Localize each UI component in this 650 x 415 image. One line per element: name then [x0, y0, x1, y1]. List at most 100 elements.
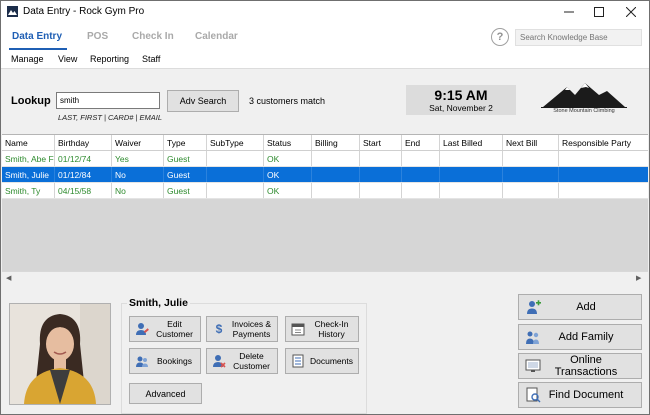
table-row[interactable]: Smith, Ty 04/15/58 No Guest OK — [2, 183, 648, 199]
cell-status: OK — [264, 183, 312, 198]
adv-search-button[interactable]: Adv Search — [167, 90, 239, 112]
customer-portrait-image — [10, 304, 110, 404]
question-circle-icon[interactable]: ? — [491, 28, 509, 46]
cell-end — [402, 151, 440, 166]
menu-manage[interactable]: Manage — [11, 54, 44, 64]
invoices-payments-label: Invoices & Payments — [231, 319, 272, 339]
lookup-hint: LAST, FIRST | CARD# | EMAIL — [58, 113, 163, 122]
column-header[interactable]: Last Billed — [440, 135, 503, 150]
app-logo-icon — [7, 6, 18, 17]
minimize-icon — [564, 11, 574, 13]
app-window: Data Entry - Rock Gym Pro Data Entry POS… — [0, 0, 650, 415]
bookings-label: Bookings — [157, 356, 192, 366]
cell-status: OK — [264, 167, 312, 182]
title-bar: Data Entry - Rock Gym Pro — [1, 1, 649, 23]
edit-customer-label: Edit Customer — [156, 319, 193, 339]
horizontal-scrollbar[interactable]: ◀ ▶ — [2, 271, 648, 284]
cell-responsible-party — [559, 183, 647, 198]
delete-customer-label: Delete Customer — [233, 351, 270, 371]
delete-customer-button[interactable]: Delete Customer — [206, 348, 278, 374]
edit-user-icon — [136, 323, 149, 335]
scroll-right-icon[interactable]: ▶ — [636, 274, 641, 282]
customer-photo — [9, 303, 111, 405]
cell-billing — [312, 183, 360, 198]
add-family-button[interactable]: Add Family — [518, 324, 642, 350]
delete-user-icon — [213, 355, 226, 368]
minimize-button[interactable] — [553, 1, 585, 23]
menu-view[interactable]: View — [58, 54, 77, 64]
column-header[interactable]: Birthday — [55, 135, 112, 150]
tab-pos[interactable]: POS — [87, 31, 108, 42]
cell-start — [360, 167, 402, 182]
cell-subtype — [207, 183, 264, 198]
logo-caption: Stone Mountain Climbing — [553, 108, 615, 114]
close-icon — [626, 7, 636, 17]
match-count-text: 3 customers match — [249, 96, 326, 106]
column-header[interactable]: Status — [264, 135, 312, 150]
lookup-label: Lookup — [11, 95, 51, 107]
cell-name: Smith, Abe F — [2, 151, 55, 166]
menu-reporting[interactable]: Reporting — [90, 54, 129, 64]
table-header: Name Birthday Waiver Type SubType Status… — [2, 135, 648, 151]
cell-name: Smith, Ty — [2, 183, 55, 198]
cell-type: Guest — [164, 183, 207, 198]
cell-type: Guest — [164, 167, 207, 182]
edit-customer-button[interactable]: Edit Customer — [129, 316, 201, 342]
cell-next-bill — [503, 167, 559, 182]
documents-label: Documents — [310, 356, 353, 366]
column-header[interactable]: SubType — [207, 135, 264, 150]
tab-calendar[interactable]: Calendar — [195, 31, 238, 42]
column-header[interactable]: Name — [2, 135, 55, 150]
dollar-icon: $ — [215, 322, 223, 336]
column-header[interactable]: Type — [164, 135, 207, 150]
document-icon — [292, 354, 304, 368]
add-user-icon — [527, 300, 541, 314]
cell-next-bill — [503, 183, 559, 198]
lookup-input[interactable] — [56, 92, 160, 109]
scroll-left-icon[interactable]: ◀ — [6, 274, 11, 282]
menu-staff[interactable]: Staff — [142, 54, 160, 64]
tab-data-entry[interactable]: Data Entry — [12, 31, 62, 42]
cell-start — [360, 183, 402, 198]
knowledge-base-search-input[interactable] — [515, 29, 642, 46]
add-family-icon — [526, 331, 539, 344]
cell-birthday: 04/15/58 — [55, 183, 112, 198]
table-row[interactable]: Smith, Abe F 01/12/74 Yes Guest OK — [2, 151, 648, 167]
cell-next-bill — [503, 151, 559, 166]
window-title: Data Entry - Rock Gym Pro — [23, 6, 145, 17]
documents-button[interactable]: Documents — [285, 348, 359, 374]
table-row-selected[interactable]: Smith, Julie 01/12/84 No Guest OK — [2, 167, 648, 183]
cell-name: Smith, Julie — [2, 167, 55, 182]
tab-check-in[interactable]: Check In — [132, 31, 174, 42]
maximize-icon — [594, 7, 604, 17]
column-header[interactable]: Next Bill — [503, 135, 559, 150]
find-document-label: Find Document — [548, 389, 624, 401]
online-transactions-button[interactable]: Online Transactions — [518, 353, 642, 379]
calendar-history-icon — [291, 323, 305, 336]
checkin-history-button[interactable]: Check-In History — [285, 316, 359, 342]
cell-responsible-party — [559, 151, 647, 166]
cell-waiver: No — [112, 183, 164, 198]
checkin-history-label: Check-In History — [314, 319, 349, 339]
advanced-button[interactable]: Advanced — [129, 383, 202, 404]
add-family-label: Add Family — [558, 331, 614, 343]
close-button[interactable] — [615, 1, 647, 23]
add-button[interactable]: Add — [518, 294, 642, 320]
help-glyph: ? — [496, 31, 504, 43]
cell-birthday: 01/12/84 — [55, 167, 112, 182]
cell-end — [402, 167, 440, 182]
column-header[interactable]: Billing — [312, 135, 360, 150]
cell-waiver: Yes — [112, 151, 164, 166]
column-header[interactable]: End — [402, 135, 440, 150]
cell-subtype — [207, 151, 264, 166]
maximize-button[interactable] — [583, 1, 615, 23]
find-document-icon — [526, 387, 541, 403]
invoices-payments-button[interactable]: $ Invoices & Payments — [206, 316, 278, 342]
column-header[interactable]: Responsible Party — [559, 135, 647, 150]
bookings-button[interactable]: Bookings — [129, 348, 201, 374]
column-header[interactable]: Start — [360, 135, 402, 150]
column-header[interactable]: Waiver — [112, 135, 164, 150]
find-document-button[interactable]: Find Document — [518, 382, 642, 408]
clock-panel: 9:15 AM Sat, November 2 — [406, 85, 516, 115]
cell-responsible-party — [559, 167, 647, 182]
